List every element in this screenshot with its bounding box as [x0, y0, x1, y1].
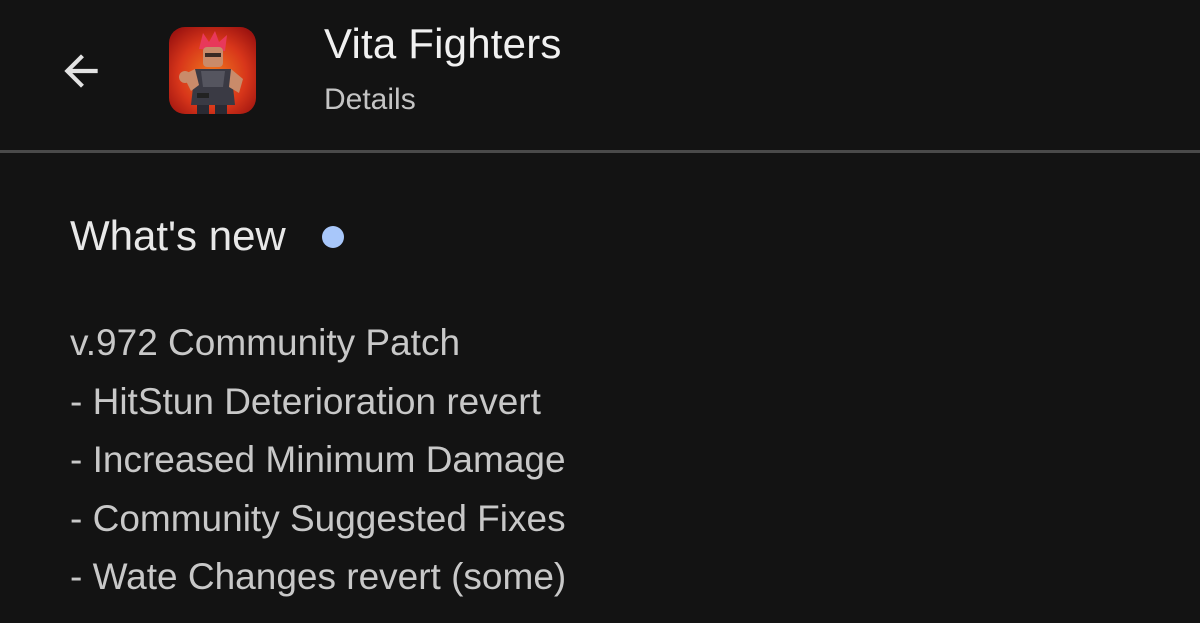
app-icon — [169, 27, 256, 114]
app-bar: Vita Fighters Details — [0, 0, 1200, 152]
release-note-line: - Wate Changes revert (some) — [70, 556, 567, 597]
release-note-line: - HitStun Deterioration revert — [70, 380, 541, 422]
title-block: Vita Fighters Details — [324, 18, 562, 118]
whats-new-title: What's new — [70, 212, 286, 259]
back-button[interactable] — [50, 40, 112, 102]
whats-new-section: What's new v.972 Community Patch - HitSt… — [70, 210, 1170, 607]
header-divider — [0, 150, 1200, 153]
release-note-line: - Community Suggested Fixes — [70, 497, 566, 539]
release-note-line: v.972 Community Patch — [70, 322, 461, 363]
new-indicator-dot — [321, 226, 344, 248]
arrow-back-icon — [64, 54, 98, 88]
release-note-line: - Increased Minimum Damage — [70, 439, 566, 480]
whats-new-header: What's new — [70, 210, 1170, 262]
release-notes: v.972 Community Patch - HitStun Deterior… — [70, 314, 1170, 607]
app-title: Vita Fighters — [324, 20, 562, 67]
app-subtitle: Details — [324, 83, 416, 116]
